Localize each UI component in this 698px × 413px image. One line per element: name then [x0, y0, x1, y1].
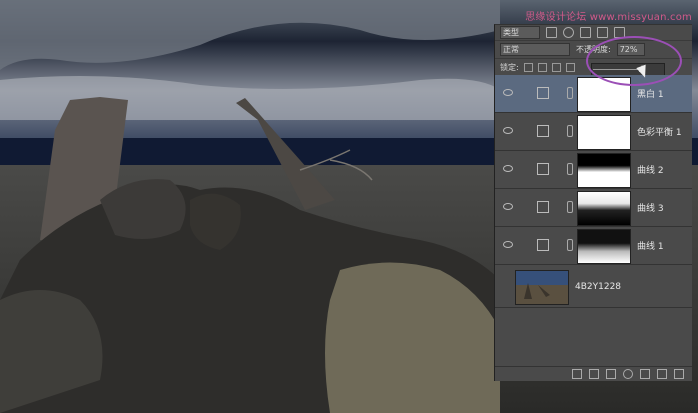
- visibility-eye-icon[interactable]: [503, 127, 513, 134]
- layer-name[interactable]: 色彩平衡 1: [637, 125, 682, 138]
- new-adjustment-icon[interactable]: [623, 369, 633, 379]
- visibility-eye-icon[interactable]: [503, 165, 513, 172]
- layer-name[interactable]: 黑白 1: [637, 87, 664, 100]
- fx-icon[interactable]: [589, 369, 599, 379]
- link-chain-icon: [567, 201, 573, 213]
- add-mask-icon[interactable]: [606, 369, 616, 379]
- new-layer-icon[interactable]: [657, 369, 667, 379]
- visibility-eye-icon[interactable]: [503, 89, 513, 96]
- background-thumbnail-image: [516, 271, 568, 304]
- trash-icon[interactable]: [674, 369, 684, 379]
- layer-name[interactable]: 曲线 2: [637, 163, 664, 176]
- layers-filter-bar: 类型: [495, 25, 692, 41]
- blend-mode-select[interactable]: 正常: [500, 43, 570, 56]
- layer-row[interactable]: 色彩平衡 1: [495, 113, 692, 151]
- lock-label: 锁定:: [500, 63, 519, 72]
- screenshot: 思缘设计论坛 www.missyuan.com 类型 正常 不透明度: 72% …: [0, 0, 698, 413]
- adjustment-filter-icon[interactable]: [563, 27, 574, 38]
- layer-mask-thumbnail[interactable]: [577, 115, 631, 150]
- link-layers-icon[interactable]: [572, 369, 582, 379]
- layer-row[interactable]: 曲线 2: [495, 151, 692, 189]
- visibility-eye-icon[interactable]: [503, 203, 513, 210]
- layer-mask-thumbnail[interactable]: [577, 229, 631, 264]
- lock-image-icon[interactable]: [537, 63, 547, 72]
- lock-transparent-icon[interactable]: [523, 63, 533, 72]
- layer-name[interactable]: 曲线 3: [637, 201, 664, 214]
- curves-adjustment-icon: [537, 201, 549, 213]
- pixel-filter-icon[interactable]: [546, 27, 557, 38]
- layer-row[interactable]: 曲线 1: [495, 227, 692, 265]
- type-filter-icon[interactable]: [580, 27, 591, 38]
- layer-mask-thumbnail[interactable]: [577, 153, 631, 188]
- curves-adjustment-icon: [537, 239, 549, 251]
- kind-filter-select[interactable]: 类型: [500, 26, 540, 39]
- curves-adjustment-icon: [537, 163, 549, 175]
- layer-name[interactable]: 曲线 1: [637, 239, 664, 252]
- background-layer-name[interactable]: 4B2Y1228: [575, 282, 621, 292]
- highlight-ring: [586, 36, 682, 86]
- watermark-text: 思缘设计论坛 www.missyuan.com: [525, 12, 692, 23]
- link-chain-icon: [567, 163, 573, 175]
- background-layer-row[interactable]: 4B2Y1228: [495, 265, 692, 308]
- layers-list: 黑白 1 色彩平衡 1 曲线 2 曲线 3 曲线 1 4B2Y1228: [495, 75, 692, 308]
- new-group-icon[interactable]: [640, 369, 650, 379]
- lock-position-icon[interactable]: [551, 63, 561, 72]
- black-white-adjustment-icon: [537, 87, 549, 99]
- shape-filter-icon[interactable]: [597, 27, 608, 38]
- color-balance-adjustment-icon: [537, 125, 549, 137]
- link-chain-icon: [567, 87, 573, 99]
- layer-mask-thumbnail[interactable]: [577, 191, 631, 226]
- lock-all-icon[interactable]: [565, 63, 575, 72]
- background-thumbnail[interactable]: [515, 270, 569, 305]
- visibility-eye-icon[interactable]: [503, 241, 513, 248]
- layer-row[interactable]: 曲线 3: [495, 189, 692, 227]
- layers-bottom-bar: [495, 366, 692, 381]
- link-chain-icon: [567, 125, 573, 137]
- link-chain-icon: [567, 239, 573, 251]
